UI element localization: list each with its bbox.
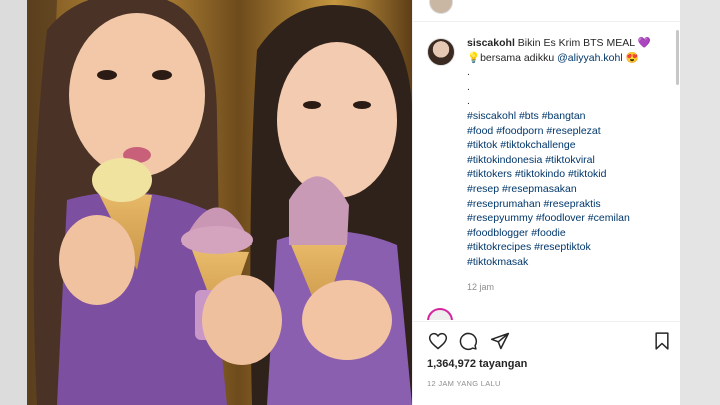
hashtag-line[interactable]: #tiktokers #tiktokindo #tiktokid (467, 167, 677, 182)
video-frame-illustration (27, 0, 412, 405)
hashtag-line[interactable]: #reseprumahan #resepraktis (467, 197, 677, 212)
hashtag-line[interactable]: #tiktokindonesia #tiktokviral (467, 153, 677, 168)
caption-dot: . (467, 80, 470, 93)
actions-divider (413, 321, 681, 322)
header-avatar[interactable] (429, 0, 453, 14)
hashtag-line[interactable]: #tiktokrecipes #reseptiktok (467, 240, 677, 255)
caption-mention[interactable]: @aliyyah.kohl (557, 52, 623, 64)
paper-plane-icon[interactable] (489, 330, 511, 352)
post-video[interactable] (27, 0, 412, 405)
hashtag-line[interactable]: #siscakohl #bts #bangtan (467, 109, 677, 124)
hashtag-line[interactable]: #resep #resepmasakan (467, 182, 677, 197)
post-caption: siscakohl Bikin Es Krim BTS MEAL 💜 💡bers… (427, 36, 677, 270)
bookmark-icon[interactable] (651, 330, 673, 352)
heart-icon[interactable] (427, 330, 449, 352)
hashtag-line[interactable]: #resepyummy #foodlover #cemilan (467, 211, 677, 226)
caption-line2: 💡bersama adikku (467, 51, 558, 64)
post-actions (427, 330, 677, 354)
right-background (680, 0, 720, 405)
caption-dot: . (467, 95, 470, 108)
commenter-avatar[interactable] (427, 308, 453, 320)
screenshot-frame: siscakohl Bikin Es Krim BTS MEAL 💜 💡bers… (0, 0, 720, 405)
view-count[interactable]: 1,364,972 tayangan (427, 358, 527, 370)
hashtag-line[interactable]: #tiktokmasak (467, 255, 677, 270)
caption-dot: . (467, 66, 470, 79)
caption-age: 12 jam (467, 282, 495, 292)
hashtag-line[interactable]: #tiktok #tiktokchallenge (467, 138, 677, 153)
caption-username[interactable]: siscakohl (467, 37, 515, 49)
post-side-panel: siscakohl Bikin Es Krim BTS MEAL 💜 💡bers… (412, 0, 681, 405)
caption-mention-emoji: 😍 (622, 51, 639, 64)
post-timestamp[interactable]: 12 JAM YANG LALU (427, 379, 501, 388)
caption-avatar[interactable] (427, 38, 455, 66)
post-header-strip (413, 0, 681, 22)
caption-title: Bikin Es Krim BTS MEAL 💜 (517, 37, 651, 49)
hashtag-line[interactable]: #foodblogger #foodie (467, 226, 677, 241)
comment-preview (427, 306, 677, 320)
comment-icon[interactable] (457, 330, 479, 352)
hashtag-line[interactable]: #food #foodporn #reseplezat (467, 124, 677, 139)
left-background (0, 0, 27, 405)
